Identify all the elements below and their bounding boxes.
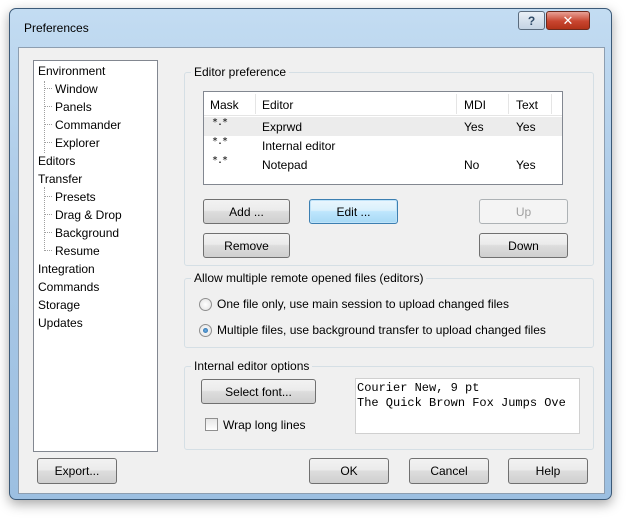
window-title: Preferences	[24, 21, 89, 35]
column-editor[interactable]: Editor	[262, 98, 293, 112]
tree-item-explorer[interactable]: Explorer	[55, 135, 100, 151]
table-row[interactable]: *.* Notepad No Yes	[204, 155, 562, 174]
table-row[interactable]: *.* Exprwd Yes Yes	[204, 117, 562, 136]
ok-button[interactable]: OK	[309, 458, 389, 484]
tree-item-updates[interactable]: Updates	[38, 315, 83, 331]
internal-editor-group: Internal editor options Select font... W…	[184, 359, 594, 450]
mdi-cell: Yes	[464, 120, 484, 134]
remove-button[interactable]: Remove	[203, 233, 290, 258]
tree-item-editors[interactable]: Editors	[38, 153, 76, 169]
select-font-button[interactable]: Select font...	[201, 379, 316, 404]
text-cell: Yes	[516, 120, 536, 134]
tree-branch-line	[44, 214, 52, 215]
tree-item-integration[interactable]: Integration	[38, 261, 95, 277]
tree-item-commander[interactable]: Commander	[55, 117, 121, 133]
up-button[interactable]: Up	[479, 199, 568, 224]
group-title: Internal editor options	[191, 359, 313, 373]
font-preview: Courier New, 9 pt The Quick Brown Fox Jum…	[355, 378, 580, 434]
tree-item-background[interactable]: Background	[55, 225, 119, 241]
one-file-radio[interactable]	[199, 298, 212, 311]
tree-item-environment[interactable]: Environment	[38, 63, 105, 79]
tree-item-resume[interactable]: Resume	[55, 243, 100, 259]
tree-item-transfer[interactable]: Transfer	[38, 171, 82, 187]
editor-cell: Notepad	[262, 158, 308, 172]
one-file-label[interactable]: One file only, use main session to uploa…	[217, 297, 509, 311]
preferences-window: Preferences ? ✕ Environment Window Panel…	[9, 8, 612, 500]
down-button[interactable]: Down	[479, 233, 568, 258]
multiple-files-group: Allow multiple remote opened files (edit…	[184, 271, 594, 348]
tree-branch-line	[44, 196, 52, 197]
font-preview-line: The Quick Brown Fox Jumps Ove	[357, 396, 566, 410]
group-title: Allow multiple remote opened files (edit…	[191, 271, 427, 285]
help-button[interactable]: Help	[508, 458, 588, 484]
close-icon: ✕	[562, 12, 574, 28]
export-button[interactable]: Export...	[37, 458, 117, 484]
tree-branch-line	[44, 124, 52, 125]
column-divider[interactable]	[456, 94, 457, 114]
column-mask[interactable]: Mask	[210, 98, 239, 112]
editor-cell: Exprwd	[262, 120, 303, 134]
editor-cell: Internal editor	[262, 139, 336, 153]
close-button[interactable]: ✕	[546, 11, 590, 30]
text-cell: Yes	[516, 158, 536, 172]
tree-branch-line	[44, 250, 52, 251]
column-text[interactable]: Text	[516, 98, 538, 112]
tree-item-commands[interactable]: Commands	[38, 279, 99, 295]
mdi-cell: No	[464, 158, 480, 172]
mask-cell: *.*	[212, 136, 228, 147]
wrap-lines-label[interactable]: Wrap long lines	[223, 418, 306, 432]
edit-button[interactable]: Edit ...	[309, 199, 398, 224]
column-divider[interactable]	[551, 94, 552, 114]
tree-item-window[interactable]: Window	[55, 81, 98, 97]
tree-guide-line	[44, 81, 45, 161]
mask-cell: *.*	[212, 117, 228, 128]
table-row[interactable]: *.* Internal editor	[204, 136, 562, 155]
list-header: Mask Editor MDI Text	[204, 92, 562, 116]
dialog-body: Environment Window Panels Commander Expl…	[18, 47, 605, 494]
tree-branch-line	[44, 232, 52, 233]
title-bar[interactable]: Preferences ? ✕	[10, 9, 611, 39]
tree-branch-line	[44, 106, 52, 107]
editor-preference-group: Editor preference Mask Editor MDI Text *…	[184, 65, 594, 266]
question-icon: ?	[527, 13, 536, 28]
column-divider[interactable]	[508, 94, 509, 114]
tree-branch-line	[44, 142, 52, 143]
multiple-files-label[interactable]: Multiple files, use background transfer …	[217, 323, 546, 337]
group-title: Editor preference	[191, 65, 290, 79]
column-mdi[interactable]: MDI	[464, 98, 486, 112]
tree-item-storage[interactable]: Storage	[38, 297, 80, 313]
category-tree[interactable]: Environment Window Panels Commander Expl…	[33, 60, 158, 452]
cancel-button[interactable]: Cancel	[409, 458, 489, 484]
multiple-files-radio[interactable]	[199, 324, 212, 337]
wrap-lines-checkbox[interactable]	[205, 418, 218, 431]
tree-branch-line	[44, 88, 52, 89]
tree-item-presets[interactable]: Presets	[55, 189, 96, 205]
editor-list[interactable]: Mask Editor MDI Text *.* Exprwd Yes Yes	[203, 91, 563, 185]
font-preview-line: Courier New, 9 pt	[357, 381, 480, 395]
help-title-button[interactable]: ?	[518, 11, 545, 30]
tree-item-panels[interactable]: Panels	[55, 99, 92, 115]
column-divider[interactable]	[255, 94, 256, 114]
mask-cell: *.*	[212, 155, 228, 166]
tree-item-drag-drop[interactable]: Drag & Drop	[55, 207, 122, 223]
add-button[interactable]: Add ...	[203, 199, 290, 224]
